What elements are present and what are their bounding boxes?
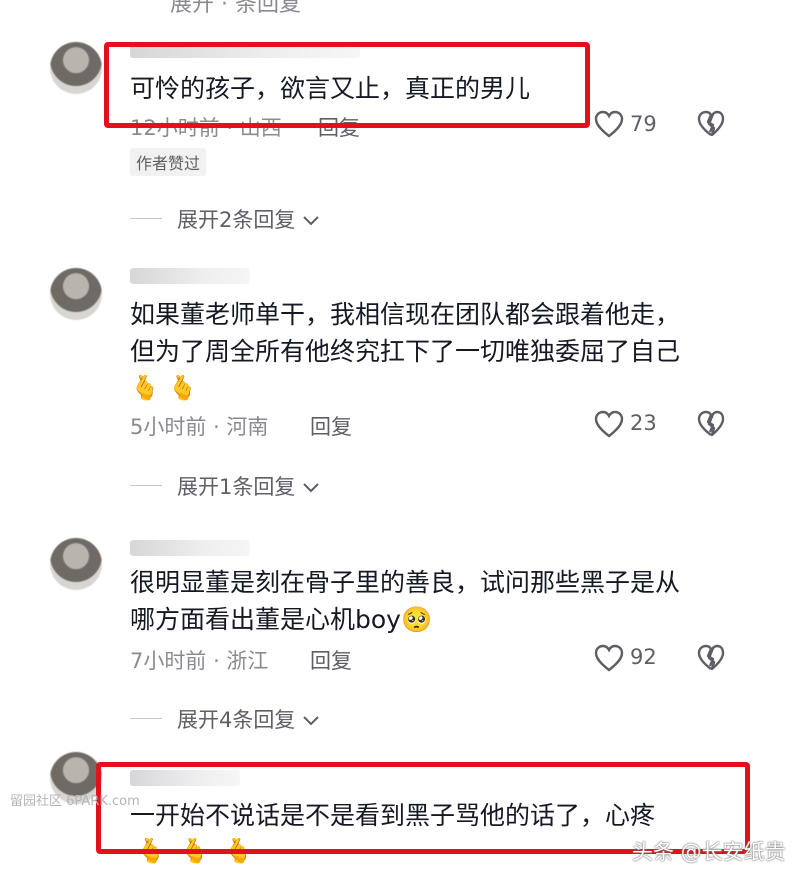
watermark-6park: 留园社区 6PARK.com [10, 794, 140, 809]
comment-meta: 5小时前 · 河南 [130, 411, 268, 441]
reply-button[interactable]: 回复 [310, 645, 352, 675]
avatar[interactable] [50, 538, 102, 590]
chevron-down-icon [303, 216, 319, 226]
heart-outline-icon[interactable] [594, 410, 624, 438]
like-count: 23 [630, 411, 657, 435]
meta-separator: · [213, 415, 227, 439]
comment-location: 河南 [226, 415, 269, 439]
expand-replies-button[interactable]: 展开4条回复 [177, 704, 320, 734]
expand-divider [130, 218, 162, 219]
comment-meta: 7小时前 · 浙江 [130, 645, 268, 675]
expand-label: 展开4条回复 [177, 708, 296, 732]
avatar[interactable] [50, 268, 102, 320]
expand-replies-button[interactable]: 展开2条回复 [177, 204, 320, 234]
username-blurred[interactable] [130, 268, 250, 284]
reply-button[interactable]: 回复 [310, 411, 352, 441]
comment-location: 浙江 [226, 649, 269, 673]
avatar[interactable] [50, 42, 102, 94]
comment-text: 但为了周全所有他终究扛下了一切唯独委屈了自己 [130, 337, 681, 366]
expand-divider [130, 485, 162, 486]
chevron-down-icon [303, 483, 319, 493]
top-partial-expand[interactable]: 展开 · 条回复 [170, 0, 301, 18]
broken-heart-icon[interactable] [697, 410, 725, 438]
heart-outline-icon[interactable] [594, 644, 624, 672]
comment-time: 7小时前 [130, 649, 207, 673]
chevron-down-icon [303, 716, 319, 726]
like-count: 79 [630, 112, 657, 136]
like-count: 92 [630, 645, 657, 669]
watermark-toutiao: 头条 @长安纸贵 [632, 840, 786, 864]
comment-text: 哪方面看出董是心机boy🥺 [130, 605, 433, 634]
expand-replies-button[interactable]: 展开1条回复 [177, 471, 320, 501]
comment-text: 很明显董是刻在骨子里的善良，试问那些黑子是从 [130, 568, 681, 597]
broken-heart-icon[interactable] [697, 644, 725, 672]
expand-divider [130, 718, 162, 719]
highlight-box-1 [104, 42, 590, 128]
comment-time: 5小时前 [130, 415, 207, 439]
author-liked-badge: 作者赞过 [130, 148, 207, 176]
broken-heart-icon[interactable] [697, 110, 725, 138]
meta-separator: · [213, 649, 227, 673]
expand-label: 展开1条回复 [177, 475, 296, 499]
username-blurred[interactable] [130, 540, 250, 556]
comment-emojis: 🫰🫰 [130, 374, 206, 402]
comment-text: 如果董老师单干，我相信现在团队都会跟着他走， [130, 300, 681, 329]
expand-label: 展开2条回复 [177, 208, 296, 232]
heart-outline-icon[interactable] [594, 110, 624, 138]
